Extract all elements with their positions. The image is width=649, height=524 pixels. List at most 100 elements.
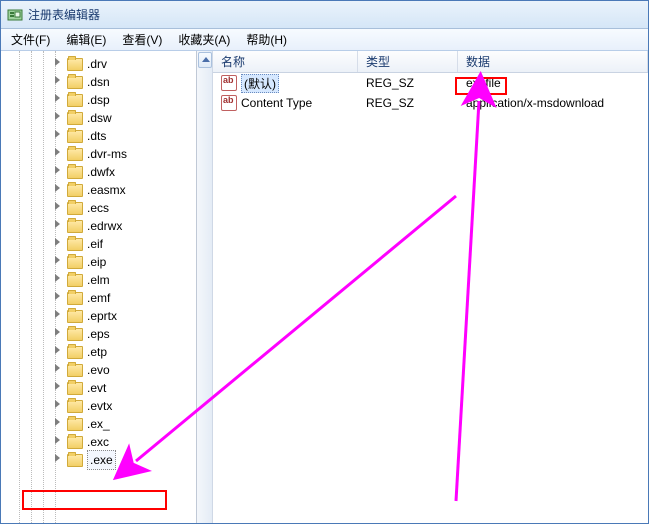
expand-icon[interactable] <box>53 346 63 356</box>
folder-icon <box>67 382 83 395</box>
expand-icon[interactable] <box>53 328 63 338</box>
tree-item[interactable]: .eif <box>1 235 196 253</box>
tree-item-label: .edrwx <box>87 217 122 235</box>
tree-item[interactable]: .eip <box>1 253 196 271</box>
cell-data: exefile <box>458 73 648 93</box>
tree-item[interactable]: .evo <box>1 361 196 379</box>
tree-item[interactable]: .etp <box>1 343 196 361</box>
cell-name: (默认) <box>213 73 358 93</box>
folder-icon <box>67 238 83 251</box>
cell-data: application/x-msdownload <box>458 93 648 113</box>
tree-item[interactable]: .easmx <box>1 181 196 199</box>
expand-icon[interactable] <box>53 58 63 68</box>
folder-icon <box>67 94 83 107</box>
expand-icon[interactable] <box>53 310 63 320</box>
expand-icon[interactable] <box>53 184 63 194</box>
menu-help[interactable]: 帮助(H) <box>238 29 295 50</box>
name-text: (默认) <box>241 74 279 93</box>
expand-icon[interactable] <box>53 292 63 302</box>
tree-item-label: .evo <box>87 361 110 379</box>
tree-item[interactable]: .ecs <box>1 199 196 217</box>
expand-icon[interactable] <box>53 256 63 266</box>
tree-item-label: .dvr-ms <box>87 145 127 163</box>
window-title: 注册表编辑器 <box>28 6 100 23</box>
expand-icon[interactable] <box>53 274 63 284</box>
tree-item[interactable]: .eps <box>1 325 196 343</box>
expand-icon[interactable] <box>53 436 63 446</box>
tree-item[interactable]: .evtx <box>1 397 196 415</box>
string-value-icon <box>221 95 237 111</box>
list-row[interactable]: (默认)REG_SZexefile <box>213 73 648 93</box>
expand-icon[interactable] <box>53 418 63 428</box>
tree-item[interactable]: .exc <box>1 433 196 451</box>
expand-icon[interactable] <box>53 148 63 158</box>
tree-item[interactable]: .elm <box>1 271 196 289</box>
folder-icon <box>67 112 83 125</box>
menu-edit[interactable]: 编辑(E) <box>58 29 114 50</box>
list-pane[interactable]: 名称 类型 数据 (默认)REG_SZexefile Content Type RE… <box>197 51 648 523</box>
tree-item-label: .dsw <box>87 109 112 127</box>
folder-icon <box>67 364 83 377</box>
list-header: 名称 类型 数据 <box>213 51 648 73</box>
tree-item[interactable]: .dwfx <box>1 163 196 181</box>
folder-icon <box>67 436 83 449</box>
expand-icon[interactable] <box>53 76 63 86</box>
expand-icon[interactable] <box>53 454 63 464</box>
folder-icon <box>67 58 83 71</box>
expand-icon[interactable] <box>53 202 63 212</box>
cell-name: Content Type <box>213 93 358 113</box>
tree-item-label: .dsn <box>87 73 110 91</box>
folder-icon <box>67 418 83 431</box>
folder-icon <box>67 130 83 143</box>
name-text: Content Type <box>241 96 312 110</box>
folder-icon <box>67 292 83 305</box>
tree-item[interactable]: .edrwx <box>1 217 196 235</box>
tree-item[interactable]: .dvr-ms <box>1 145 196 163</box>
tree-pane[interactable]: .drv.dsn.dsp.dsw.dts.dvr-ms.dwfx.easmx.e… <box>1 51 197 523</box>
tree-item[interactable]: .dts <box>1 127 196 145</box>
tree-item-label: .ecs <box>87 199 109 217</box>
tree-item[interactable]: .dsp <box>1 91 196 109</box>
folder-icon <box>67 220 83 233</box>
tree-item[interactable]: .eprtx <box>1 307 196 325</box>
tree-item-label: .dts <box>87 127 106 145</box>
column-data[interactable]: 数据 <box>458 51 648 72</box>
menu-file[interactable]: 文件(F) <box>3 29 58 50</box>
expand-icon[interactable] <box>53 382 63 392</box>
tree-item-label: .drv <box>87 55 107 73</box>
folder-icon <box>67 274 83 287</box>
tree-item[interactable]: .exe <box>1 451 196 469</box>
tree-item[interactable]: .emf <box>1 289 196 307</box>
menubar: 文件(F) 编辑(E) 查看(V) 收藏夹(A) 帮助(H) <box>1 29 648 51</box>
tree-item[interactable]: .drv <box>1 55 196 73</box>
expand-icon[interactable] <box>53 238 63 248</box>
expand-icon[interactable] <box>53 112 63 122</box>
tree-item[interactable]: .dsn <box>1 73 196 91</box>
list-vertical-scrollbar[interactable] <box>197 51 213 523</box>
expand-icon[interactable] <box>53 94 63 104</box>
scroll-up-button[interactable] <box>198 52 212 68</box>
tree-item-label: .evt <box>87 379 106 397</box>
menu-view[interactable]: 查看(V) <box>114 29 170 50</box>
tree-item[interactable]: .ex_ <box>1 415 196 433</box>
tree-item-label: .evtx <box>87 397 112 415</box>
app-icon <box>7 7 23 23</box>
expand-icon[interactable] <box>53 400 63 410</box>
column-name[interactable]: 名称 <box>213 51 358 72</box>
titlebar[interactable]: 注册表编辑器 <box>1 1 648 29</box>
column-type[interactable]: 类型 <box>358 51 458 72</box>
expand-icon[interactable] <box>53 130 63 140</box>
tree-item-label: .emf <box>87 289 110 307</box>
tree-item[interactable]: .dsw <box>1 109 196 127</box>
expand-icon[interactable] <box>53 364 63 374</box>
menu-favorites[interactable]: 收藏夹(A) <box>170 29 238 50</box>
tree-item[interactable]: .evt <box>1 379 196 397</box>
tree-item-label: .eps <box>87 325 110 343</box>
expand-icon[interactable] <box>53 220 63 230</box>
cell-type: REG_SZ <box>358 93 458 113</box>
tree-item-label: .exc <box>87 433 109 451</box>
folder-icon <box>67 256 83 269</box>
list-row[interactable]: Content Type REG_SZapplication/x-msdownlo… <box>213 93 648 113</box>
folder-icon <box>67 346 83 359</box>
expand-icon[interactable] <box>53 166 63 176</box>
